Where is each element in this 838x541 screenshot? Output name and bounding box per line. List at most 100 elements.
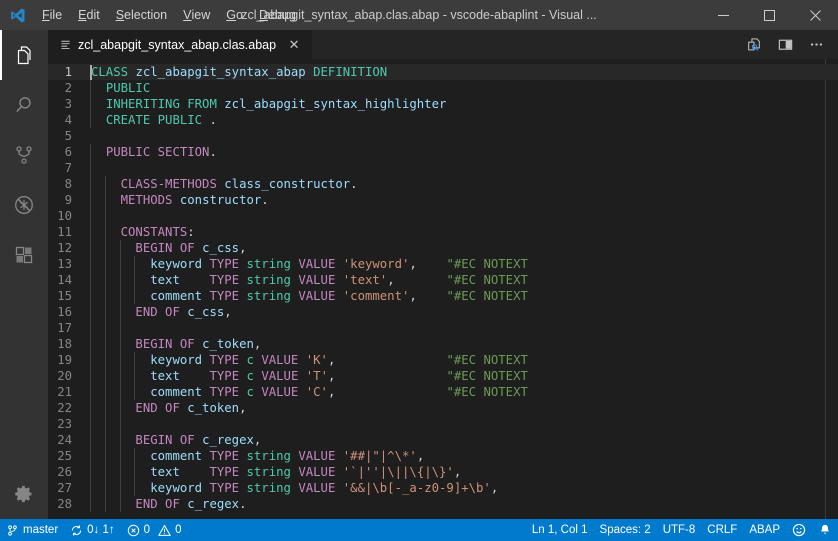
status-language-mode[interactable]: ABAP xyxy=(743,519,786,541)
indent-guide xyxy=(90,320,91,336)
token: END OF xyxy=(135,401,180,415)
indent-guide xyxy=(119,384,121,400)
menu-item-view[interactable]: View xyxy=(175,0,218,30)
token: '##|"|^\*' xyxy=(342,449,417,463)
code-line[interactable]: 1 CLASS zcl_abapgit_syntax_abap DEFINITIO… xyxy=(48,64,838,80)
source-control-branch-icon xyxy=(8,524,17,536)
code-line[interactable]: 18 BEGIN OF c_token, xyxy=(48,336,838,352)
code-line[interactable]: 6 PUBLIC SECTION. xyxy=(48,144,838,160)
sidebar-item-explorer[interactable] xyxy=(0,30,48,80)
sidebar-item-extensions[interactable] xyxy=(0,230,48,280)
split-editor-button[interactable] xyxy=(771,31,799,59)
status-branch[interactable]: master xyxy=(0,519,64,541)
line-number: 6 xyxy=(64,145,72,159)
indent-guide xyxy=(90,480,91,496)
code-line[interactable]: 17 xyxy=(48,320,838,336)
token: , xyxy=(416,449,425,463)
open-preview-button[interactable] xyxy=(740,31,768,59)
token: 'T' xyxy=(305,369,328,383)
preview-search-icon xyxy=(748,37,760,51)
indent-guide xyxy=(90,368,91,384)
code-line[interactable]: 2 PUBLIC xyxy=(48,80,838,96)
tab-zcl-abapgit-syntax-abap[interactable]: zcl_abapgit_syntax_abap.clas.abap ✕ xyxy=(48,30,314,59)
code-line[interactable]: 9 METHODS constructor. xyxy=(48,192,838,208)
code-editor[interactable]: 1 CLASS zcl_abapgit_syntax_abap DEFINITIO… xyxy=(48,59,838,519)
indent-guide xyxy=(119,256,121,272)
token: class_constructor xyxy=(224,177,351,191)
menu-item-edit[interactable]: Edit xyxy=(70,0,108,30)
more-actions-button[interactable] xyxy=(802,31,830,59)
code-line[interactable]: 3 INHERITING FROM zcl_abapgit_syntax_hig… xyxy=(48,96,838,112)
menu-rest: election xyxy=(124,8,168,22)
status-cursor-position[interactable]: Ln 1, Col 1 xyxy=(526,519,594,541)
sidebar-item-search[interactable] xyxy=(0,80,48,130)
code-tokens: keyword TYPE c VALUE 'K', "#EC NOTEXT xyxy=(91,353,528,367)
file-lines-icon xyxy=(59,38,72,51)
code-line[interactable]: 10 xyxy=(48,208,838,224)
status-encoding[interactable]: UTF-8 xyxy=(657,519,702,541)
code-line[interactable]: 15 comment TYPE string VALUE 'comment', … xyxy=(48,288,838,304)
sidebar-item-source-control[interactable] xyxy=(0,130,48,180)
status-feedback[interactable] xyxy=(786,519,812,541)
code-line[interactable]: 22 END OF c_token, xyxy=(48,400,838,416)
code-line[interactable]: 25 comment TYPE string VALUE '##|"|^\*', xyxy=(48,448,838,464)
code-line[interactable]: 12 BEGIN OF c_css, xyxy=(48,240,838,256)
indent-guide xyxy=(90,240,91,256)
code-line-text: text TYPE string VALUE '`|''|\||\{|\}', xyxy=(90,464,838,480)
indent-guide xyxy=(90,272,91,288)
menu-item-go[interactable]: Go xyxy=(218,0,251,30)
indent-guide xyxy=(90,416,91,432)
status-indentation[interactable]: Spaces: 2 xyxy=(594,519,657,541)
code-line[interactable]: 14 text TYPE string VALUE 'text', "#EC N… xyxy=(48,272,838,288)
code-line-text: text TYPE c VALUE 'T', "#EC NOTEXT xyxy=(90,368,838,384)
manage-settings-button[interactable] xyxy=(0,469,48,519)
status-branch-label: master xyxy=(23,524,59,536)
close-icon xyxy=(809,9,821,21)
token: c xyxy=(246,369,254,383)
indent-guide xyxy=(104,240,106,256)
tab-close-button[interactable]: ✕ xyxy=(286,37,302,53)
menu-item-selection[interactable]: Selection xyxy=(108,0,175,30)
code-line[interactable]: 16 END OF c_css, xyxy=(48,304,838,320)
line-number: 4 xyxy=(64,113,72,127)
status-errors-warnings[interactable]: 0 0 xyxy=(121,519,188,541)
code-line-text: CLASS-METHODS class_constructor. xyxy=(90,176,838,192)
close-button[interactable] xyxy=(792,0,838,30)
code-line-text: comment TYPE string VALUE 'comment', "#E… xyxy=(90,288,838,304)
code-line[interactable]: 11 CONSTANTS: xyxy=(48,224,838,240)
code-line[interactable]: 13 keyword TYPE string VALUE 'keyword', … xyxy=(48,256,838,272)
code-line[interactable]: 20 text TYPE c VALUE 'T', "#EC NOTEXT xyxy=(48,368,838,384)
minimize-button[interactable] xyxy=(700,0,746,30)
menu-item-file[interactable]: File xyxy=(34,0,70,30)
status-sync[interactable]: 0↓ 1↑ xyxy=(64,519,121,541)
code-line[interactable]: 24 BEGIN OF c_regex, xyxy=(48,432,838,448)
indent-guide xyxy=(90,400,91,416)
maximize-button[interactable] xyxy=(746,0,792,30)
status-notifications[interactable] xyxy=(812,519,838,541)
status-eol[interactable]: CRLF xyxy=(701,519,743,541)
token: . xyxy=(239,497,247,511)
line-number: 19 xyxy=(57,353,72,367)
code-line[interactable]: 21 comment TYPE c VALUE 'C', "#EC NOTEXT xyxy=(48,384,838,400)
code-line[interactable]: 8 CLASS-METHODS class_constructor. xyxy=(48,176,838,192)
code-line[interactable]: 23 xyxy=(48,416,838,432)
code-line[interactable]: 27 keyword TYPE string VALUE '&&|\b[-_a-… xyxy=(48,480,838,496)
code-line[interactable]: 28 END OF c_regex. xyxy=(48,496,838,512)
window-controls xyxy=(700,0,838,30)
code-line[interactable]: 26 text TYPE string VALUE '`|''|\||\{|\}… xyxy=(48,464,838,480)
code-line[interactable]: 7 xyxy=(48,160,838,176)
code-line[interactable]: 19 keyword TYPE c VALUE 'K', "#EC NOTEXT xyxy=(48,352,838,368)
code-line[interactable]: 4 CREATE PUBLIC . xyxy=(48,112,838,128)
code-tokens: comment TYPE c VALUE 'C', "#EC NOTEXT xyxy=(91,385,528,399)
code-line-text xyxy=(90,320,838,336)
code-line-text: keyword TYPE string VALUE 'keyword', "#E… xyxy=(90,256,838,272)
line-number: 9 xyxy=(64,193,72,207)
sidebar-item-run-and-debug[interactable] xyxy=(0,180,48,230)
code-line[interactable]: 5 xyxy=(48,128,838,144)
code-tokens: INHERITING FROM zcl_abapgit_syntax_highl… xyxy=(91,97,447,111)
menu-item-debug[interactable]: Debug xyxy=(251,0,304,30)
